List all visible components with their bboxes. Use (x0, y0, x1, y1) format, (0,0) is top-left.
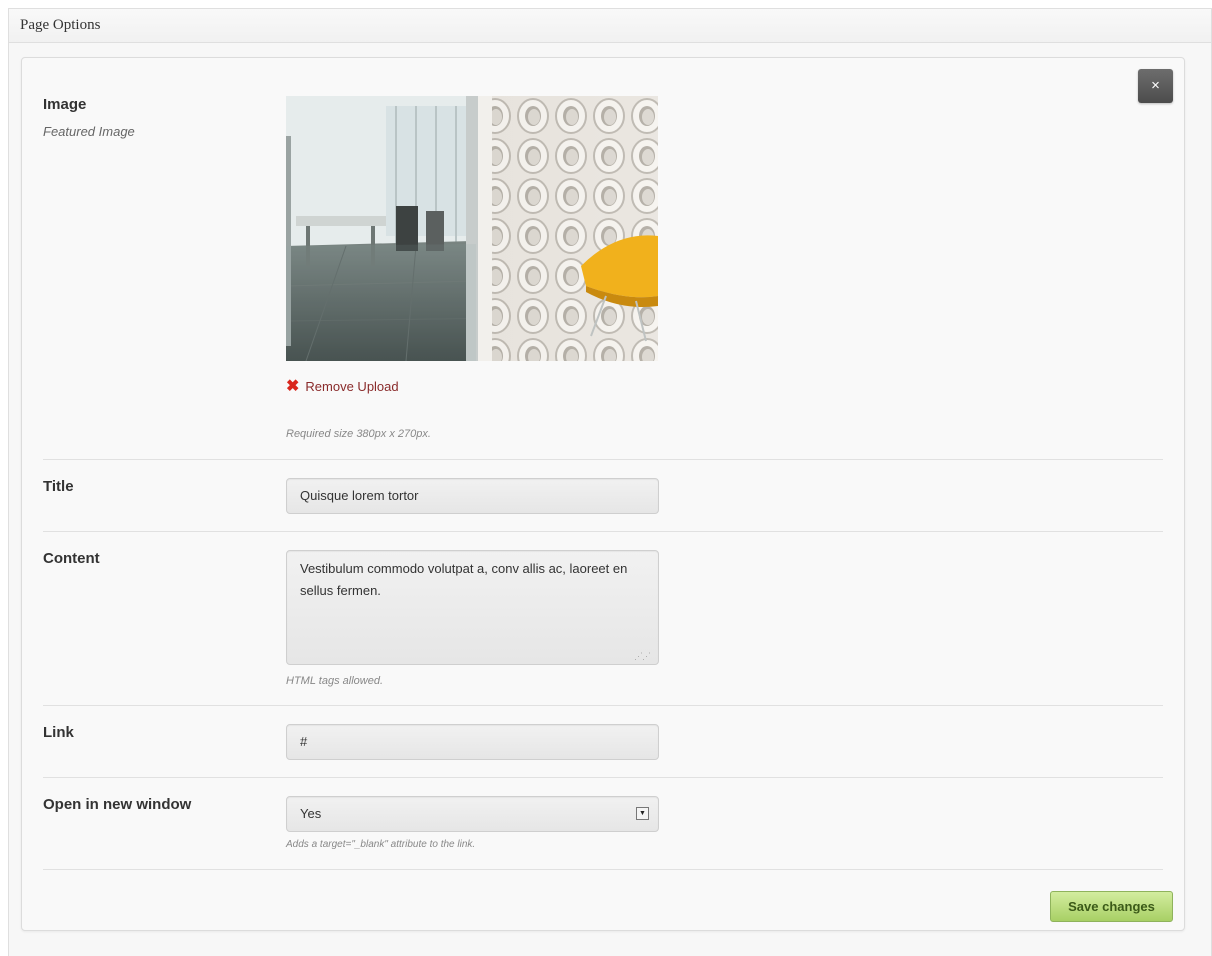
divider (43, 459, 1163, 460)
content-label: Content (43, 550, 100, 567)
image-label: Image (43, 96, 87, 113)
open-new-window-select[interactable]: Yes ▼ (286, 796, 659, 832)
content-textarea-value: Vestibulum commodo volutpat a, conv alli… (300, 561, 628, 598)
divider (43, 777, 1163, 778)
open-new-window-hint: Adds a target="_blank" attribute to the … (286, 839, 476, 850)
image-size-hint: Required size 380px x 270px. (286, 428, 431, 440)
resize-grip-icon[interactable]: ⋰⋰ (634, 652, 651, 661)
title-input-value: Quisque lorem tortor (300, 488, 419, 503)
dropdown-arrow-icon[interactable]: ▼ (636, 807, 649, 820)
content-html-hint: HTML tags allowed. (286, 675, 384, 687)
link-label: Link (43, 724, 74, 741)
remove-upload-label: Remove Upload (305, 379, 399, 394)
link-input[interactable]: # (286, 724, 659, 760)
remove-upload-link[interactable]: ✖ Remove Upload (286, 376, 399, 396)
divider (43, 705, 1163, 706)
title-input[interactable]: Quisque lorem tortor (286, 478, 659, 514)
image-sublabel: Featured Image (43, 124, 135, 139)
open-new-window-label: Open in new window (43, 796, 192, 813)
divider (43, 869, 1163, 870)
title-label: Title (43, 478, 74, 495)
featured-image-preview (286, 96, 658, 361)
open-new-window-selected: Yes (300, 806, 322, 821)
metabox-title: Page Options (9, 9, 1211, 43)
divider (43, 531, 1163, 532)
link-input-value: # (300, 734, 308, 749)
office-photo (286, 96, 658, 361)
close-icon: × (1151, 77, 1160, 94)
save-changes-button[interactable]: Save changes (1050, 891, 1173, 922)
content-textarea[interactable]: Vestibulum commodo volutpat a, conv alli… (286, 550, 659, 665)
remove-x-icon: ✖ (286, 378, 300, 395)
